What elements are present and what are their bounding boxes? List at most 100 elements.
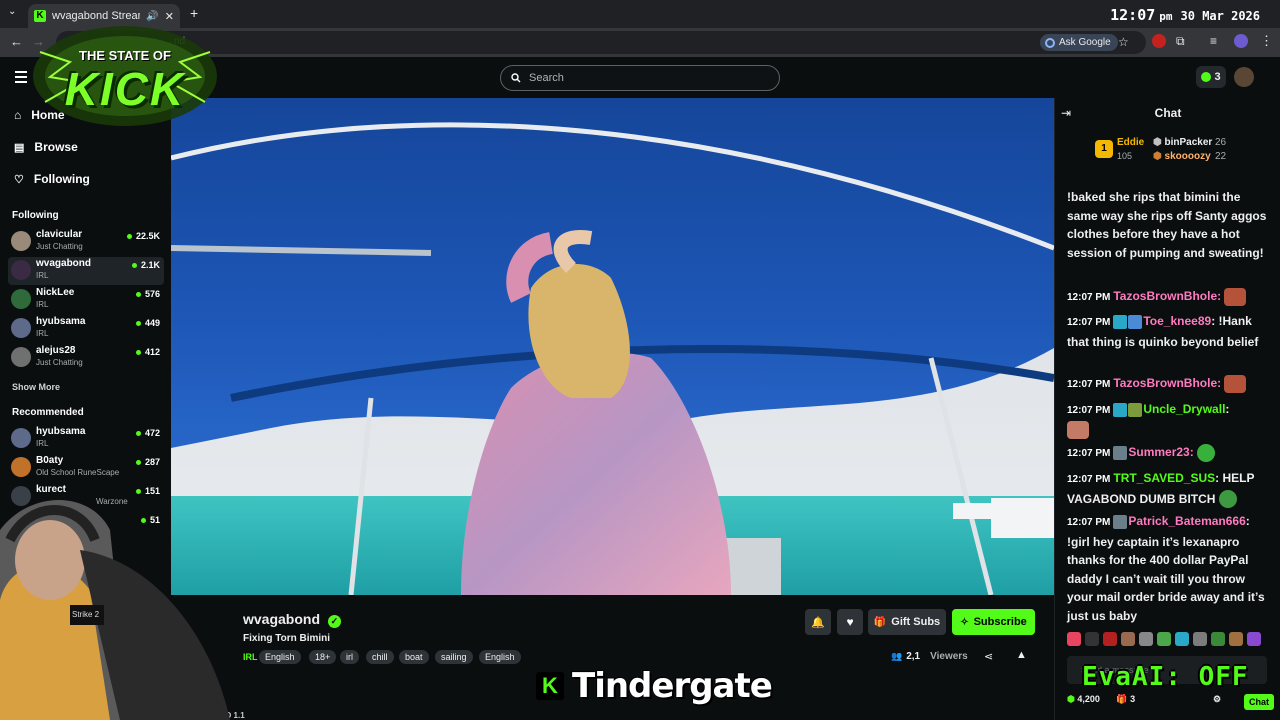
- channel-category: IRL: [36, 300, 49, 309]
- chat-username[interactable]: TazosBrownBhole:: [1113, 289, 1221, 303]
- browser-menu-icon[interactable]: ⋮: [1260, 33, 1273, 49]
- chat-username[interactable]: Summer23:: [1128, 445, 1193, 459]
- tab-list-icon[interactable]: ⌄: [8, 6, 16, 17]
- media-icon[interactable]: ≡: [1210, 34, 1217, 48]
- show-more-link[interactable]: Show More: [12, 382, 60, 392]
- back-icon[interactable]: ←: [10, 34, 23, 49]
- sidebar-channel-wvagabond[interactable]: wvagabond IRL 2.1K: [8, 257, 164, 285]
- avatar: [11, 457, 31, 477]
- caption-text: Tindergate: [572, 666, 773, 706]
- live-dot-icon: [131, 263, 137, 269]
- nav-following[interactable]: ♡ Following: [14, 172, 90, 186]
- tag-18plus[interactable]: 18+: [309, 650, 337, 664]
- tag-english[interactable]: English: [259, 650, 301, 664]
- avatar: [11, 231, 31, 251]
- tag-irl[interactable]: irl: [340, 650, 359, 664]
- sidebar-channel-hyubsama-rec[interactable]: hyubsama IRL 472: [8, 425, 164, 453]
- live-dot-icon: [135, 321, 141, 327]
- user-avatar[interactable]: [1234, 67, 1254, 87]
- bookmark-star-icon[interactable]: ☆: [1118, 35, 1129, 49]
- stream-title: Fixing Torn Bimini: [243, 633, 331, 644]
- nav-browse[interactable]: ▤ Browse: [14, 140, 78, 154]
- ask-google-button[interactable]: Ask Google: [1040, 34, 1118, 51]
- chat-username[interactable]: Uncle_Drywall: [1143, 402, 1225, 416]
- channel-name: wvagabond: [36, 258, 92, 269]
- notifications-button[interactable]: 3: [1196, 66, 1226, 88]
- tab-close-icon[interactable]: ✕: [165, 10, 174, 23]
- tag-english-2[interactable]: English: [479, 650, 521, 664]
- stream-video-frame: [171, 98, 1054, 595]
- live-dot-icon: [135, 350, 141, 356]
- sidebar-channel-b0aty[interactable]: B0aty Old School RuneScape 287: [8, 454, 164, 482]
- chat-username[interactable]: Toe_knee89: [1143, 314, 1211, 328]
- emote-icon[interactable]: [1103, 632, 1117, 646]
- emote-icon[interactable]: [1139, 632, 1153, 646]
- settings-icon[interactable]: ⚙: [1213, 694, 1221, 705]
- channel-name: B0aty: [36, 455, 64, 466]
- gift-subs-button[interactable]: 🎁 Gift Subs: [868, 609, 946, 635]
- leader-name-text: binPacker: [1164, 137, 1213, 148]
- tag-sailing[interactable]: sailing: [435, 650, 473, 664]
- viewer-count: 412: [135, 347, 160, 357]
- emote-icon[interactable]: [1211, 632, 1225, 646]
- extension-badge-icon[interactable]: [1152, 34, 1166, 48]
- subscribe-button[interactable]: ✧ Subscribe: [952, 609, 1035, 635]
- search-input[interactable]: Search: [500, 65, 780, 91]
- new-tab-button[interactable]: +: [190, 5, 198, 21]
- viewer-count: 576: [135, 289, 160, 299]
- chat-username[interactable]: TazosBrownBhole:: [1113, 376, 1221, 390]
- report-icon[interactable]: ▲: [1016, 649, 1027, 661]
- logo-line-1: THE STATE OF: [79, 48, 171, 63]
- emote-icon[interactable]: [1193, 632, 1207, 646]
- sidebar-channel-alejus28[interactable]: alejus28 Just Chatting 412: [8, 344, 164, 372]
- channel-name: alejus28: [36, 345, 76, 356]
- tag-chill[interactable]: chill: [366, 650, 394, 664]
- send-chat-button[interactable]: Chat: [1244, 694, 1274, 710]
- chat-username[interactable]: Patrick_Bateman666: [1128, 514, 1245, 528]
- leader-name[interactable]: Eddie: [1117, 137, 1144, 148]
- gift-icon[interactable]: 🎁: [1116, 694, 1127, 704]
- tag-boat[interactable]: boat: [399, 650, 429, 664]
- emote-icon[interactable]: [1067, 632, 1081, 646]
- profile-avatar[interactable]: [1234, 34, 1248, 48]
- emote-icon[interactable]: [1157, 632, 1171, 646]
- extensions-icon[interactable]: ⧉: [1176, 34, 1185, 49]
- video-player[interactable]: [171, 98, 1054, 595]
- emote-icon[interactable]: [1121, 632, 1135, 646]
- chat-timestamp: 12:07 PM: [1067, 379, 1111, 390]
- notification-bell-button[interactable]: 🔔: [805, 609, 831, 635]
- ask-google-label: Ask Google: [1059, 37, 1111, 48]
- follow-button[interactable]: ♥: [837, 609, 863, 635]
- chat-username[interactable]: TRT_SAVED_SUS: [1113, 471, 1215, 485]
- emote-icon[interactable]: [1085, 632, 1099, 646]
- emote-icon[interactable]: [1229, 632, 1243, 646]
- sidebar-channel-clavicular[interactable]: clavicular Just Chatting 22.5K: [8, 228, 164, 256]
- chat-timestamp: 12:07 PM: [1067, 448, 1111, 459]
- avatar: [11, 428, 31, 448]
- channel-category: IRL: [36, 329, 49, 338]
- channel-category: Just Chatting: [36, 358, 83, 367]
- emote-icon: [1067, 421, 1089, 440]
- sidebar-channel-nicklee[interactable]: NickLee IRL 576: [8, 286, 164, 314]
- chat-message: !baked she rips that bimini the same way…: [1067, 188, 1272, 262]
- channel-name-text: wvagabond: [243, 611, 321, 627]
- emote-icon[interactable]: [1247, 632, 1261, 646]
- audio-icon[interactable]: 🔊: [146, 11, 158, 22]
- bell-icon: 🔔: [811, 616, 825, 629]
- live-dot-icon: [135, 292, 141, 298]
- share-icon[interactable]: ⋖: [984, 650, 993, 663]
- webcam-frame: [0, 500, 230, 720]
- avatar: [11, 289, 31, 309]
- live-dot-icon: [135, 460, 141, 466]
- channel-name[interactable]: wvagabond ✓: [243, 611, 341, 628]
- leader-name[interactable]: ⬢ binPacker: [1153, 137, 1212, 148]
- hamburger-menu-icon[interactable]: [15, 71, 27, 83]
- sidebar-channel-hyubsama[interactable]: hyubsama IRL 449: [8, 315, 164, 343]
- category-link[interactable]: IRL: [243, 652, 258, 662]
- clock-time: 12:07: [1110, 6, 1156, 24]
- rank-badge-icon: 1: [1095, 140, 1113, 158]
- viewer-count-value: 472: [144, 428, 160, 438]
- leader-name[interactable]: ⬢ skoooozy: [1153, 151, 1211, 162]
- emote-icon[interactable]: [1175, 632, 1189, 646]
- emote-icon: [1218, 490, 1237, 509]
